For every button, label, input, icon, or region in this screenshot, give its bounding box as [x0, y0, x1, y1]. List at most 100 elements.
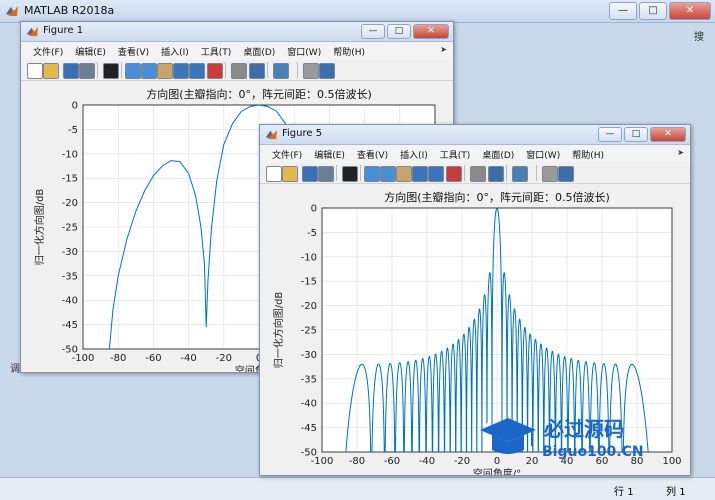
- x-tick-label: -60: [145, 353, 161, 364]
- y-tick-label: 0: [311, 204, 317, 215]
- show-plot-tools-icon[interactable]: [558, 166, 574, 182]
- zoom-in-icon[interactable]: [125, 63, 141, 79]
- print-icon[interactable]: [79, 63, 95, 79]
- x-tick-label: -20: [216, 353, 232, 364]
- legend-icon[interactable]: [512, 166, 528, 182]
- zoom-out-icon[interactable]: [141, 63, 157, 79]
- menu-item-0[interactable]: 文件(F): [266, 148, 308, 161]
- y-tick-label: -20: [62, 198, 78, 209]
- y-tick-label: -50: [301, 448, 317, 459]
- row-value: 1: [627, 487, 634, 498]
- figure5-close-button[interactable]: ✕: [650, 127, 686, 142]
- menu-item-6[interactable]: 窗口(W): [281, 45, 327, 58]
- hide-plot-tools-icon[interactable]: [542, 166, 558, 182]
- toolbar-separator: [267, 62, 268, 78]
- y-tick-label: -30: [62, 247, 78, 258]
- print-icon[interactable]: [318, 166, 334, 182]
- figure1-title: Figure 1: [43, 25, 84, 36]
- menu-item-1[interactable]: 编辑(E): [69, 45, 112, 58]
- y-tick-label: -40: [301, 399, 317, 410]
- y-axis-label: 归一化方向图/dB: [272, 292, 285, 369]
- figure5-maximize-button[interactable]: □: [624, 127, 648, 142]
- watermark-text: 必过源码: [543, 417, 624, 441]
- x-tick-label: -80: [110, 353, 126, 364]
- link-plot-icon[interactable]: [470, 166, 486, 182]
- close-button[interactable]: ✕: [669, 2, 711, 20]
- watermark-url: Biguo100.CN: [542, 444, 644, 460]
- menu-item-6[interactable]: 窗口(W): [520, 148, 566, 161]
- new-file-icon[interactable]: [27, 63, 43, 79]
- menu-item-2[interactable]: 查看(V): [351, 148, 394, 161]
- menu-item-7[interactable]: 帮助(H): [327, 45, 371, 58]
- menu-item-2[interactable]: 查看(V): [112, 45, 155, 58]
- toolbar-separator: [506, 165, 507, 181]
- y-tick-label: 0: [72, 101, 78, 112]
- toolbar-separator: [360, 165, 361, 181]
- menu-item-7[interactable]: 帮助(H): [566, 148, 610, 161]
- side-fragment-2: 调: [10, 364, 20, 375]
- show-plot-tools-icon[interactable]: [319, 63, 335, 79]
- pan-hand-icon[interactable]: [157, 63, 173, 79]
- colorbar-icon[interactable]: [249, 63, 265, 79]
- figure1-menubar: 文件(F) 编辑(E) 查看(V) 插入(I) 工具(T) 桌面(D) 窗口(W) 帮助(H): [21, 42, 453, 61]
- minimize-button[interactable]: —: [609, 2, 637, 20]
- toolbar-separator: [97, 62, 98, 78]
- menu-item-3[interactable]: 插入(I): [394, 148, 434, 161]
- save-icon[interactable]: [302, 166, 318, 182]
- figure1-toolbar: [21, 60, 453, 81]
- zoom-out-icon[interactable]: [380, 166, 396, 182]
- toolbar-separator: [121, 62, 122, 78]
- data-cursor-icon[interactable]: [428, 166, 444, 182]
- link-plot-icon[interactable]: [231, 63, 247, 79]
- figure5-toolbar: [260, 163, 690, 184]
- figure5-title-bar[interactable]: Figure 5 — □ ✕: [260, 125, 690, 145]
- menu-item-5[interactable]: 桌面(D): [476, 148, 520, 161]
- figure-logo-icon: [26, 26, 39, 37]
- rotate-icon[interactable]: [412, 166, 428, 182]
- col-label: 列: [666, 487, 676, 498]
- side-fragment-search: 搜: [694, 32, 704, 43]
- figure1-maximize-button[interactable]: □: [387, 24, 411, 39]
- pan-hand-icon[interactable]: [396, 166, 412, 182]
- menu-item-3[interactable]: 插入(I): [155, 45, 195, 58]
- legend-icon[interactable]: [273, 63, 289, 79]
- menu-item-1[interactable]: 编辑(E): [308, 148, 351, 161]
- new-file-icon[interactable]: [266, 166, 282, 182]
- rotate-icon[interactable]: [173, 63, 189, 79]
- save-icon[interactable]: [63, 63, 79, 79]
- figure5-minimize-button[interactable]: —: [598, 127, 622, 142]
- menu-overflow-icon[interactable]: ➤: [677, 148, 684, 157]
- figure1-close-button[interactable]: ✕: [413, 24, 449, 39]
- menu-overflow-icon[interactable]: ➤: [440, 45, 447, 54]
- y-tick-label: -5: [68, 125, 78, 136]
- data-cursor-icon[interactable]: [189, 63, 205, 79]
- menu-item-4[interactable]: 工具(T): [434, 148, 477, 161]
- y-tick-label: -15: [62, 174, 78, 185]
- pointer-icon[interactable]: [103, 63, 119, 79]
- y-tick-label: -10: [301, 252, 317, 263]
- brush-icon[interactable]: [207, 63, 223, 79]
- y-tick-label: -5: [307, 228, 317, 239]
- toolbar-separator: [225, 62, 226, 78]
- brush-icon[interactable]: [446, 166, 462, 182]
- y-tick-label: -20: [301, 301, 317, 312]
- figure1-title-bar[interactable]: Figure 1 — □ ✕: [21, 22, 453, 42]
- chart-title: 方向图(主瓣指向：0°，阵元间距：0.5倍波长): [146, 87, 372, 101]
- y-tick-label: -50: [62, 345, 78, 356]
- matlab-title-bar: MATLAB R2018a — □ ✕: [0, 0, 715, 23]
- figure1-minimize-button[interactable]: —: [361, 24, 385, 39]
- menu-item-5[interactable]: 桌面(D): [237, 45, 281, 58]
- menu-item-4[interactable]: 工具(T): [195, 45, 238, 58]
- colorbar-icon[interactable]: [488, 166, 504, 182]
- chart-title: 方向图(主瓣指向：0°，阵元间距：0.5倍波长): [384, 190, 610, 204]
- zoom-in-icon[interactable]: [364, 166, 380, 182]
- col-value: 1: [679, 487, 686, 498]
- pointer-icon[interactable]: [342, 166, 358, 182]
- y-tick-label: -45: [301, 423, 317, 434]
- maximize-button[interactable]: □: [639, 2, 667, 20]
- toolbar-separator: [297, 62, 298, 78]
- toolbar-separator: [296, 165, 297, 181]
- toolbar-separator: [57, 62, 58, 78]
- menu-item-0[interactable]: 文件(F): [27, 45, 69, 58]
- hide-plot-tools-icon[interactable]: [303, 63, 319, 79]
